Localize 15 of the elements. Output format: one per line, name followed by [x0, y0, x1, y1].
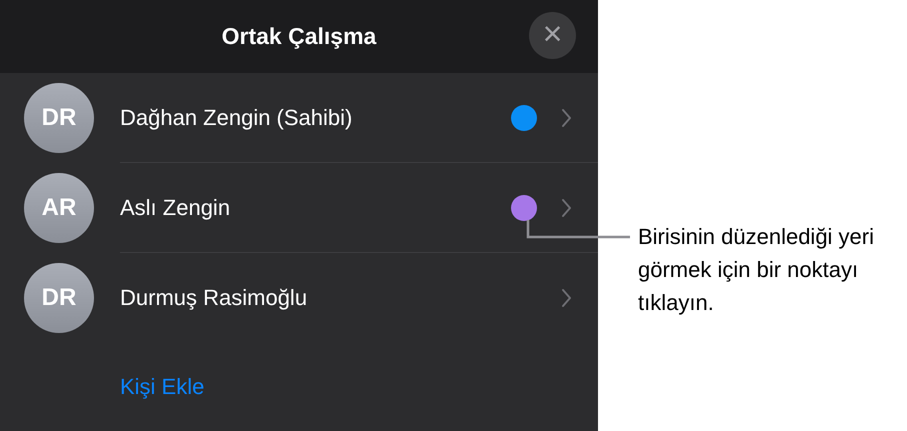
close-button[interactable]: × [529, 12, 576, 59]
panel-title: Ortak Çalışma [222, 23, 376, 50]
participant-dot[interactable] [511, 194, 537, 220]
add-person-link[interactable]: Kişi Ekle [120, 374, 204, 400]
participant-name[interactable]: Dağhan Zengin (Sahibi) [120, 104, 511, 130]
participant-name[interactable]: Durmuş Rasimoğlu [120, 285, 561, 311]
callout-text: Birisinin düzenlediği yeri görmek için bir noktayı tıklayın. [638, 223, 876, 317]
participant-name[interactable]: Aslı Zengin [120, 194, 511, 220]
avatar: DR [24, 83, 94, 153]
chevron-icon[interactable] [561, 108, 572, 128]
avatar: DR [24, 263, 94, 333]
chevron-icon[interactable] [561, 288, 572, 308]
chevron-icon[interactable] [561, 198, 572, 218]
participant-dot[interactable] [511, 104, 537, 130]
avatar: AR [24, 173, 94, 243]
